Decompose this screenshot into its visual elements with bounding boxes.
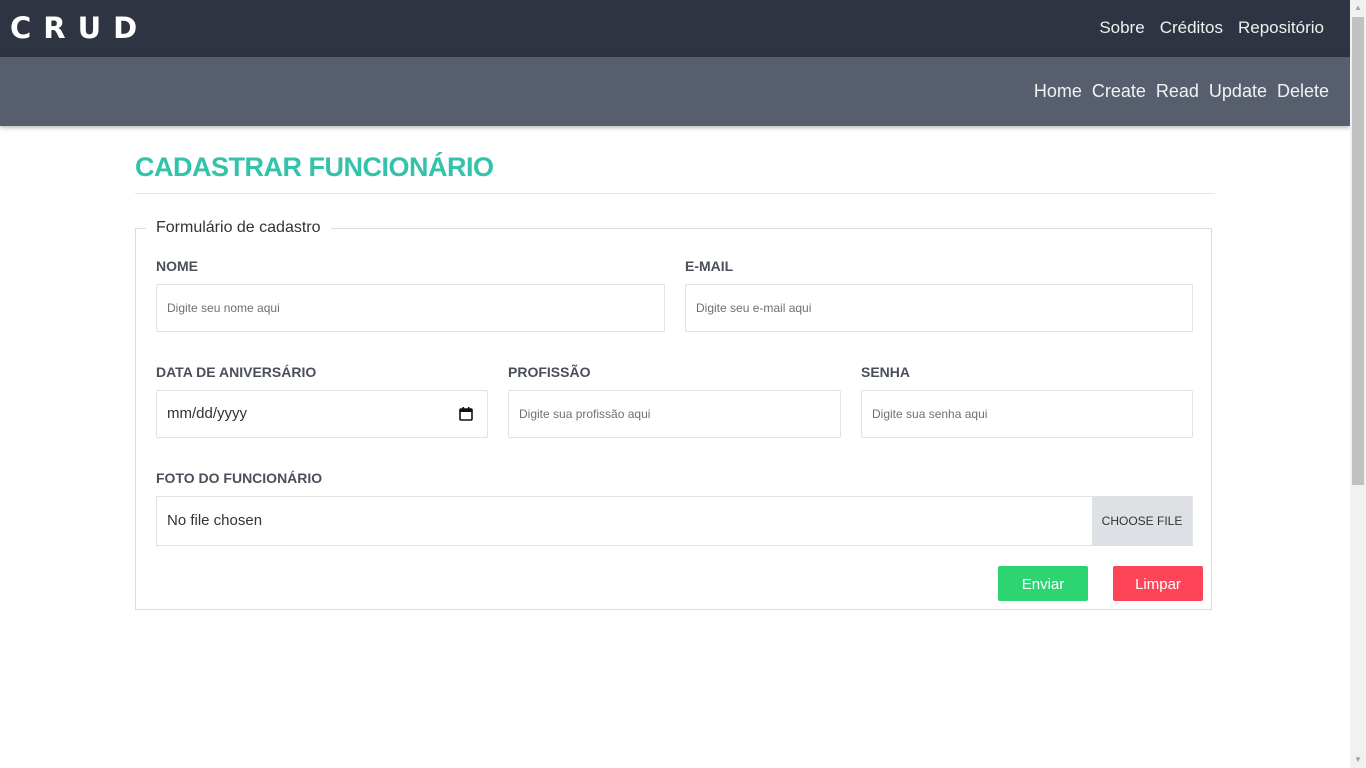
aniversario-date-input[interactable]: mm/dd/yyyy <box>156 390 488 438</box>
nome-input[interactable]: Digite seu nome aqui <box>156 284 665 332</box>
brand-logo[interactable]: CRUD <box>10 9 149 47</box>
nav-link-creditos[interactable]: Créditos <box>1160 17 1223 39</box>
senha-placeholder: Digite sua senha aqui <box>872 407 988 421</box>
profissao-placeholder: Digite sua profissão aqui <box>519 407 651 421</box>
nome-label: NOME <box>156 258 198 274</box>
senha-label: SENHA <box>861 364 911 380</box>
profissao-input[interactable]: Digite sua profissão aqui <box>508 390 841 438</box>
nav-link-sobre[interactable]: Sobre <box>1099 17 1144 39</box>
nav-link-create[interactable]: Create <box>1092 80 1146 102</box>
aniversario-label: DATA DE ANIVERSÁRIO <box>156 364 317 380</box>
top-nav: Sobre Créditos Repositório <box>1099 17 1324 39</box>
title-divider <box>135 193 1215 194</box>
fieldset-legend: Formulário de cadastro <box>146 218 331 238</box>
top-navbar: CRUD Sobre Créditos Repositório <box>0 0 1350 57</box>
nav-link-repositorio[interactable]: Repositório <box>1238 17 1324 39</box>
page-title: CADASTRAR FUNCIONÁRIO <box>135 152 494 182</box>
profissao-label: PROFISSÃO <box>508 364 591 380</box>
foto-file-input[interactable]: No file chosen CHOOSE FILE <box>156 496 1193 546</box>
date-format-value: mm/dd/yyyy <box>167 405 248 422</box>
nav-link-update[interactable]: Update <box>1209 80 1267 102</box>
senha-input[interactable]: Digite sua senha aqui <box>861 390 1193 438</box>
scroll-down-arrow-icon[interactable]: ▼ <box>1350 752 1366 768</box>
sub-navbar: Home Create Read Update Delete <box>0 57 1350 126</box>
file-status-text: No file chosen <box>167 512 263 529</box>
choose-file-button[interactable]: CHOOSE FILE <box>1092 497 1192 545</box>
limpar-button[interactable]: Limpar <box>1113 566 1203 601</box>
email-placeholder: Digite seu e-mail aqui <box>696 301 812 315</box>
calendar-icon[interactable] <box>459 407 473 421</box>
foto-label: FOTO DO FUNCIONÁRIO <box>156 470 323 486</box>
nav-link-read[interactable]: Read <box>1156 80 1199 102</box>
email-input[interactable]: Digite seu e-mail aqui <box>685 284 1193 332</box>
nav-link-home[interactable]: Home <box>1034 80 1082 102</box>
crud-nav: Home Create Read Update Delete <box>1034 80 1329 102</box>
page-scrollbar[interactable]: ▲ ▼ <box>1350 0 1366 768</box>
email-label: E-MAIL <box>685 258 734 274</box>
scrollbar-thumb[interactable] <box>1352 17 1364 485</box>
enviar-button[interactable]: Enviar <box>998 566 1088 601</box>
nome-placeholder: Digite seu nome aqui <box>167 301 280 315</box>
scroll-up-arrow-icon[interactable]: ▲ <box>1350 0 1366 16</box>
nav-link-delete[interactable]: Delete <box>1277 80 1329 102</box>
